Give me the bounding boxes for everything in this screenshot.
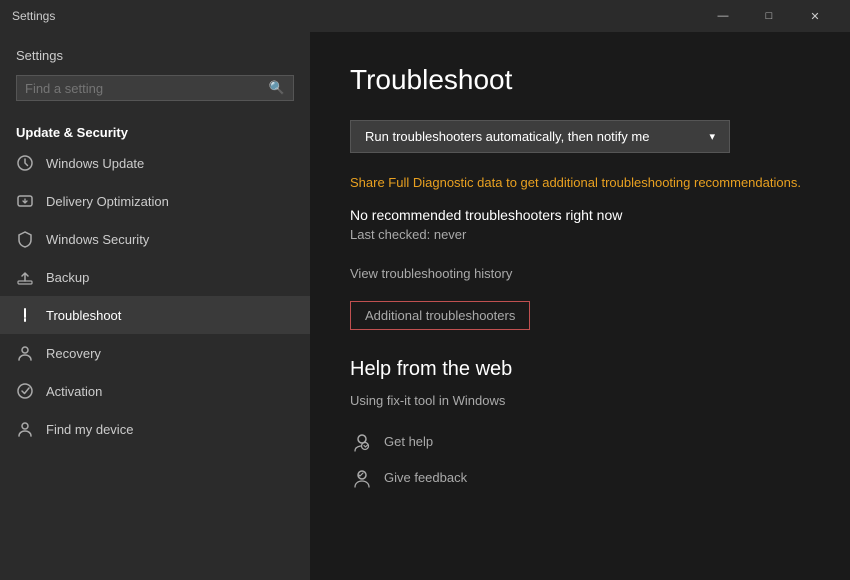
sidebar-item-label: Troubleshoot [46, 308, 121, 323]
sidebar-item-label: Activation [46, 384, 102, 399]
dropdown-label: Run troubleshooters automatically, then … [365, 129, 649, 144]
delivery-optimization-icon [16, 192, 34, 210]
page-title: Troubleshoot [350, 64, 810, 96]
sidebar-item-troubleshoot[interactable]: Troubleshoot [0, 296, 310, 334]
sidebar-item-windows-update[interactable]: Windows Update [0, 144, 310, 182]
diagnostic-link-anchor[interactable]: Share Full Diagnostic data to get additi… [350, 175, 801, 190]
chevron-down-icon: ▾ [709, 130, 715, 143]
recovery-icon [16, 344, 34, 362]
close-button[interactable]: ✕ [792, 0, 838, 32]
view-history-link[interactable]: View troubleshooting history [350, 266, 810, 281]
sidebar-item-label: Backup [46, 270, 89, 285]
sidebar-item-label: Windows Update [46, 156, 144, 171]
sidebar-item-recovery[interactable]: Recovery [0, 334, 310, 372]
activation-icon [16, 382, 34, 400]
troubleshoot-icon [16, 306, 34, 324]
get-help-label: Get help [384, 434, 433, 449]
get-help-link[interactable]: Get help [350, 424, 810, 460]
sidebar-item-backup[interactable]: Backup [0, 258, 310, 296]
web-help-title: Help from the web [350, 358, 810, 381]
sidebar-item-delivery-optimization[interactable]: Delivery Optimization [0, 182, 310, 220]
sidebar: Settings 🔍 Update & Security Windows Upd… [0, 32, 310, 580]
sidebar-item-activation[interactable]: Activation [0, 372, 310, 410]
dropdown-row: Run troubleshooters automatically, then … [350, 120, 810, 153]
sidebar-item-windows-security[interactable]: Windows Security [0, 220, 310, 258]
give-feedback-label: Give feedback [384, 470, 467, 485]
last-checked: Last checked: never [350, 227, 810, 242]
window-controls: — □ ✕ [700, 0, 838, 32]
backup-icon [16, 268, 34, 286]
search-icon: 🔍 [269, 80, 285, 96]
additional-troubleshooters-button[interactable]: Additional troubleshooters [350, 301, 530, 330]
app-body: Settings 🔍 Update & Security Windows Upd… [0, 32, 850, 580]
content-area: Troubleshoot Run troubleshooters automat… [310, 32, 850, 580]
sidebar-item-label: Find my device [46, 422, 133, 437]
sidebar-item-label: Delivery Optimization [46, 194, 169, 209]
windows-security-icon [16, 230, 34, 248]
search-box[interactable]: 🔍 [16, 75, 294, 101]
web-help-text: Using fix-it tool in Windows [350, 393, 810, 408]
sidebar-item-find-my-device[interactable]: Find my device [0, 410, 310, 448]
troubleshoot-mode-dropdown[interactable]: Run troubleshooters automatically, then … [350, 120, 730, 153]
diagnostic-link: Share Full Diagnostic data to get additi… [350, 173, 810, 193]
minimize-button[interactable]: — [700, 0, 746, 32]
get-help-icon [350, 430, 374, 454]
section-label: Update & Security [0, 117, 310, 144]
sidebar-item-label: Windows Security [46, 232, 149, 247]
sidebar-item-label: Recovery [46, 346, 101, 361]
last-checked-label: Last checked: [350, 227, 430, 242]
give-feedback-icon [350, 466, 374, 490]
find-my-device-icon [16, 420, 34, 438]
titlebar-title: Settings [12, 9, 55, 23]
windows-update-icon [16, 154, 34, 172]
titlebar: Settings — □ ✕ [0, 0, 850, 32]
search-input[interactable] [25, 81, 269, 96]
give-feedback-link[interactable]: Give feedback [350, 460, 810, 496]
status-text: No recommended troubleshooters right now [350, 207, 810, 223]
maximize-button[interactable]: □ [746, 0, 792, 32]
sidebar-header: Settings [0, 40, 310, 75]
last-checked-value: never [434, 227, 467, 242]
